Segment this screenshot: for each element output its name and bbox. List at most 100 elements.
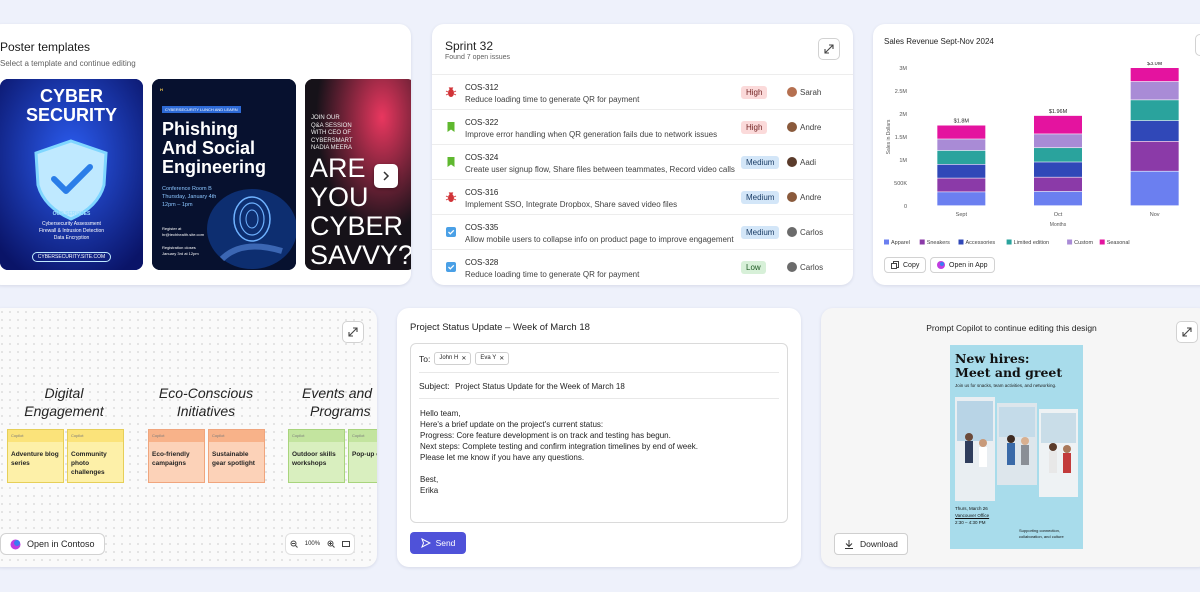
legend-label: Custom [1074,240,1093,246]
x-tick-label: Nov [1150,212,1160,218]
bar-segment [1034,191,1082,206]
y-tick-label: 0 [904,204,907,210]
x-tick-label: Sept [956,212,968,218]
poster2-register-2: hr@techhealth.site.com [162,232,205,237]
bar-segment [1130,120,1179,141]
bar-segment [1130,100,1179,121]
priority-badge: Low [741,261,766,274]
assignee[interactable]: Sarah [787,87,821,97]
subject-label: Subject: [419,381,450,391]
poster-date: Thurs, March 26 Vancouver Office 2:30 – … [955,506,990,525]
assignee[interactable]: Andre [787,122,821,132]
download-button[interactable]: Download [834,533,908,555]
fit-screen-icon[interactable] [342,540,351,548]
bug-icon [445,87,457,97]
to-label: To: [419,353,431,364]
legend-swatch [919,239,925,245]
issue-code[interactable]: COS-316 [465,188,498,197]
copy-label: Copy [903,261,920,269]
priority-badge: Medium [741,191,780,204]
y-tick-label: 1M [899,158,907,164]
copy-button[interactable]: Copy [884,257,927,273]
issue-code[interactable]: COS-322 [465,118,498,127]
poster-support: Supporting connection, collaboration, an… [1019,528,1064,539]
issue-code[interactable]: COS-324 [465,153,498,162]
issue-code[interactable]: COS-312 [465,83,498,92]
email-card: Project Status Update – Week of March 18… [397,308,801,567]
send-button[interactable]: Send [410,532,466,554]
copilot-card-title: Prompt Copilot to continue editing this … [926,323,1097,333]
bar-segment [1034,162,1082,177]
open-in-app-button[interactable]: Open in App [930,257,995,273]
assignee[interactable]: Andre [787,192,821,202]
sticky-note[interactable]: Copilot Adventure blog series [7,429,64,483]
download-icon [845,540,853,549]
poster1-heading-1: CYBER [39,86,103,106]
zoom-in-icon[interactable] [327,540,336,548]
bar-segment [1130,171,1179,206]
issue-row[interactable]: COS-324 Create user signup flow, Share fi… [432,144,853,179]
bar-segment [1034,134,1082,148]
email-card-title: Project Status Update – Week of March 18 [410,322,590,333]
bar-total-label: $1.96M [1049,109,1068,115]
column-title-events: Events and Programs [302,385,373,419]
sticky-note[interactable]: Copilot Eco-friendly campaigns [148,429,205,483]
poster-template-phishing[interactable]: H CYBERSECURITY LUNCH AND LEARN Phishing… [152,79,296,270]
open-in-contoso-button[interactable]: Open in Contoso [0,533,105,555]
subject-row[interactable]: Subject: Project Status Update for the W… [419,381,625,391]
issue-row[interactable]: COS-328 Reduce loading time to generate Q… [432,249,853,284]
poster3-intro-4: CYBERSMART [311,137,353,144]
expand-icon [824,44,834,54]
issue-row[interactable]: COS-335 Allow mobile users to collapse in… [432,214,853,249]
poster-invite: Join us for snacks, team activities, and… [955,383,1057,388]
issue-code[interactable]: COS-335 [465,223,498,232]
issue-row[interactable]: COS-322 Improve error handling when QR ge… [432,109,853,144]
chart-title: Sales Revenue Sept-Nov 2024 [884,37,994,46]
to-row: To: John H ✕ Eva Y ✕ [419,352,510,365]
expand-button[interactable] [1195,34,1200,56]
expand-button[interactable] [1176,321,1198,343]
bar-segment [937,125,986,139]
zoom-out-icon[interactable] [290,540,298,548]
issue-row[interactable]: COS-316 Implement SSO, Integrate Dropbox,… [432,179,853,214]
assignee[interactable]: Aadi [787,157,816,167]
poster-templates-subtitle: Select a template and continue editing [0,59,136,68]
expand-button[interactable] [818,38,840,60]
bar-segment [937,192,986,206]
sticky-note[interactable]: CopilotPop-up events [348,429,377,483]
avatar [787,122,797,132]
sprint-subtitle: Found 7 open issues [445,54,510,61]
poster-heading: New hires: Meet and greet [955,351,1063,380]
y-tick-label: 500K [894,181,907,187]
sticky-note[interactable]: Copilot Outdoor skills workshops [288,429,345,483]
avatar [787,192,797,202]
avatar [787,262,797,272]
email-body[interactable]: Hello team, Here's a brief update on the… [420,408,698,496]
bar-segment [1130,68,1179,82]
poster2-heading-3: Engineering [162,157,267,177]
sticky-note[interactable]: Copilot Community photo challenges [67,429,124,483]
recipient-chip[interactable]: Eva Y ✕ [475,352,510,365]
poster1-url: CYBERSECURITY.SITE.COM [32,252,111,262]
issue-row[interactable]: COS-312 Reduce loading time to generate Q… [432,74,853,109]
expand-button[interactable] [342,321,364,343]
poster3-big-3: CYBER [310,211,404,241]
issue-code[interactable]: COS-328 [465,258,498,267]
poster-templates-card: Poster templates Select a template and c… [0,24,411,285]
assignee[interactable]: Carlos [787,262,823,272]
assignee[interactable]: Carlos [787,227,823,237]
next-templates-button[interactable] [374,164,398,188]
copilot-icon [10,539,21,549]
recipient-chip[interactable]: John H ✕ [434,352,472,365]
legend-swatch [1067,239,1073,245]
poster2-heading-1: Phishing [162,119,238,139]
new-hires-poster[interactable]: New hires: Meet and greet Join us for sn… [950,345,1083,549]
y-tick-label: 2M [899,112,907,118]
poster-template-cyber-security[interactable]: CYBER SECURITY OUR SERVICES Cybersecurit… [0,79,143,270]
send-icon [420,538,431,548]
poster3-intro-1: JOIN OUR [311,115,340,121]
sticky-note[interactable]: Copilot Sustainable gear spotlight [208,429,265,483]
subject-field[interactable]: Project Status Update for the Week of Ma… [455,382,625,391]
sales-chart-card: Sales Revenue Sept-Nov 2024 0 500K 1M 1.5M 2… [873,24,1200,285]
zoom-level: 100% [304,541,321,547]
